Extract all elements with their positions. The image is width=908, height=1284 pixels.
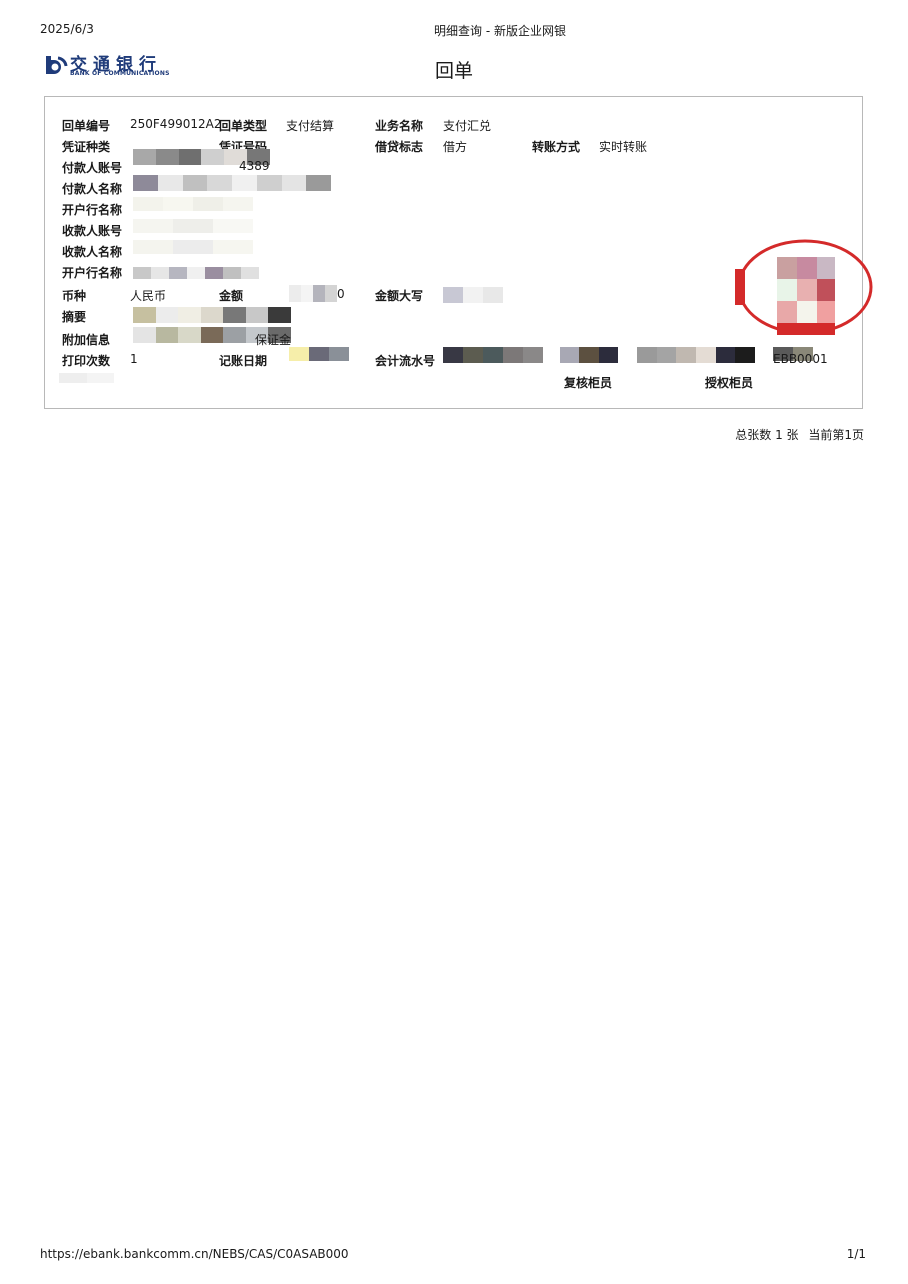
document-title: 回单 bbox=[434, 60, 473, 82]
payer-account-label: 付款人账号 bbox=[62, 161, 123, 175]
footer-page-number: 1/1 bbox=[846, 1247, 866, 1261]
extra-info-label: 附加信息 bbox=[62, 333, 111, 347]
redacted-block bbox=[133, 240, 253, 254]
debit-credit-label: 借贷标志 bbox=[375, 140, 424, 154]
redacted-block bbox=[637, 347, 756, 363]
print-count-value: 1 bbox=[130, 352, 138, 366]
receipt-no-label: 回单编号 bbox=[62, 119, 111, 133]
business-name-label: 业务名称 bbox=[375, 119, 424, 133]
current-page: 当前第1页 bbox=[808, 428, 864, 442]
redacted-block bbox=[59, 373, 114, 383]
business-name-value: 支付汇兑 bbox=[443, 119, 492, 133]
redacted-block bbox=[443, 347, 543, 363]
amount-upper-label: 金额大写 bbox=[375, 289, 424, 303]
redacted-block bbox=[133, 175, 331, 191]
payer-bank-label: 开户行名称 bbox=[62, 203, 123, 217]
receipt-type-label: 回单类型 bbox=[219, 119, 268, 133]
page-info: 总张数 1 张 当前第1页 bbox=[729, 426, 864, 443]
payer-account-partial: 4389 bbox=[239, 159, 270, 173]
payer-name-label: 付款人名称 bbox=[62, 182, 123, 196]
payee-name-label: 收款人名称 bbox=[62, 245, 123, 259]
receipt-panel: 回单编号 250F499012A2 回单类型 支付结算 业务名称 支付汇兑 凭证… bbox=[44, 96, 873, 409]
redacted-block bbox=[289, 347, 349, 361]
summary-label: 摘要 bbox=[62, 310, 87, 324]
bank-seal-stamp bbox=[735, 239, 873, 335]
amount-partial: 0 bbox=[337, 287, 345, 301]
post-date-label: 记账日期 bbox=[219, 354, 268, 368]
voucher-type-label: 凭证种类 bbox=[62, 140, 111, 154]
redacted-block bbox=[133, 267, 259, 279]
total-count: 总张数 1 张 bbox=[735, 428, 799, 442]
print-count-label: 打印次数 bbox=[62, 354, 111, 368]
footer-url: https://ebank.bankcomm.cn/NEBS/CAS/C0ASA… bbox=[40, 1247, 349, 1261]
auth-teller-label: 授权柜员 bbox=[705, 376, 754, 390]
print-page-title: 明细查询 - 新版企业网银 bbox=[434, 24, 566, 38]
amount-label: 金额 bbox=[219, 289, 244, 303]
serial-label: 会计流水号 bbox=[375, 354, 436, 368]
currency-value: 人民币 bbox=[130, 289, 167, 303]
transfer-mode-label: 转账方式 bbox=[532, 140, 581, 154]
receipt-no-value: 250F499012A2 bbox=[130, 117, 222, 131]
redacted-block bbox=[289, 285, 337, 302]
teller-partial: EBB0001 bbox=[773, 352, 828, 366]
payee-account-label: 收款人账号 bbox=[62, 224, 123, 238]
redacted-block bbox=[133, 219, 253, 233]
review-teller-label: 复核柜员 bbox=[564, 376, 613, 390]
currency-label: 币种 bbox=[62, 289, 87, 303]
redacted-block bbox=[443, 287, 503, 303]
debit-credit-value: 借方 bbox=[443, 140, 468, 154]
redacted-block bbox=[133, 197, 253, 211]
redacted-block bbox=[560, 347, 618, 363]
extra-info-partial: 保证金 bbox=[255, 333, 292, 347]
receipt-type-value: 支付结算 bbox=[286, 119, 335, 133]
redacted-block bbox=[133, 307, 292, 323]
transfer-mode-value: 实时转账 bbox=[599, 140, 648, 154]
payee-bank-label: 开户行名称 bbox=[62, 266, 123, 280]
